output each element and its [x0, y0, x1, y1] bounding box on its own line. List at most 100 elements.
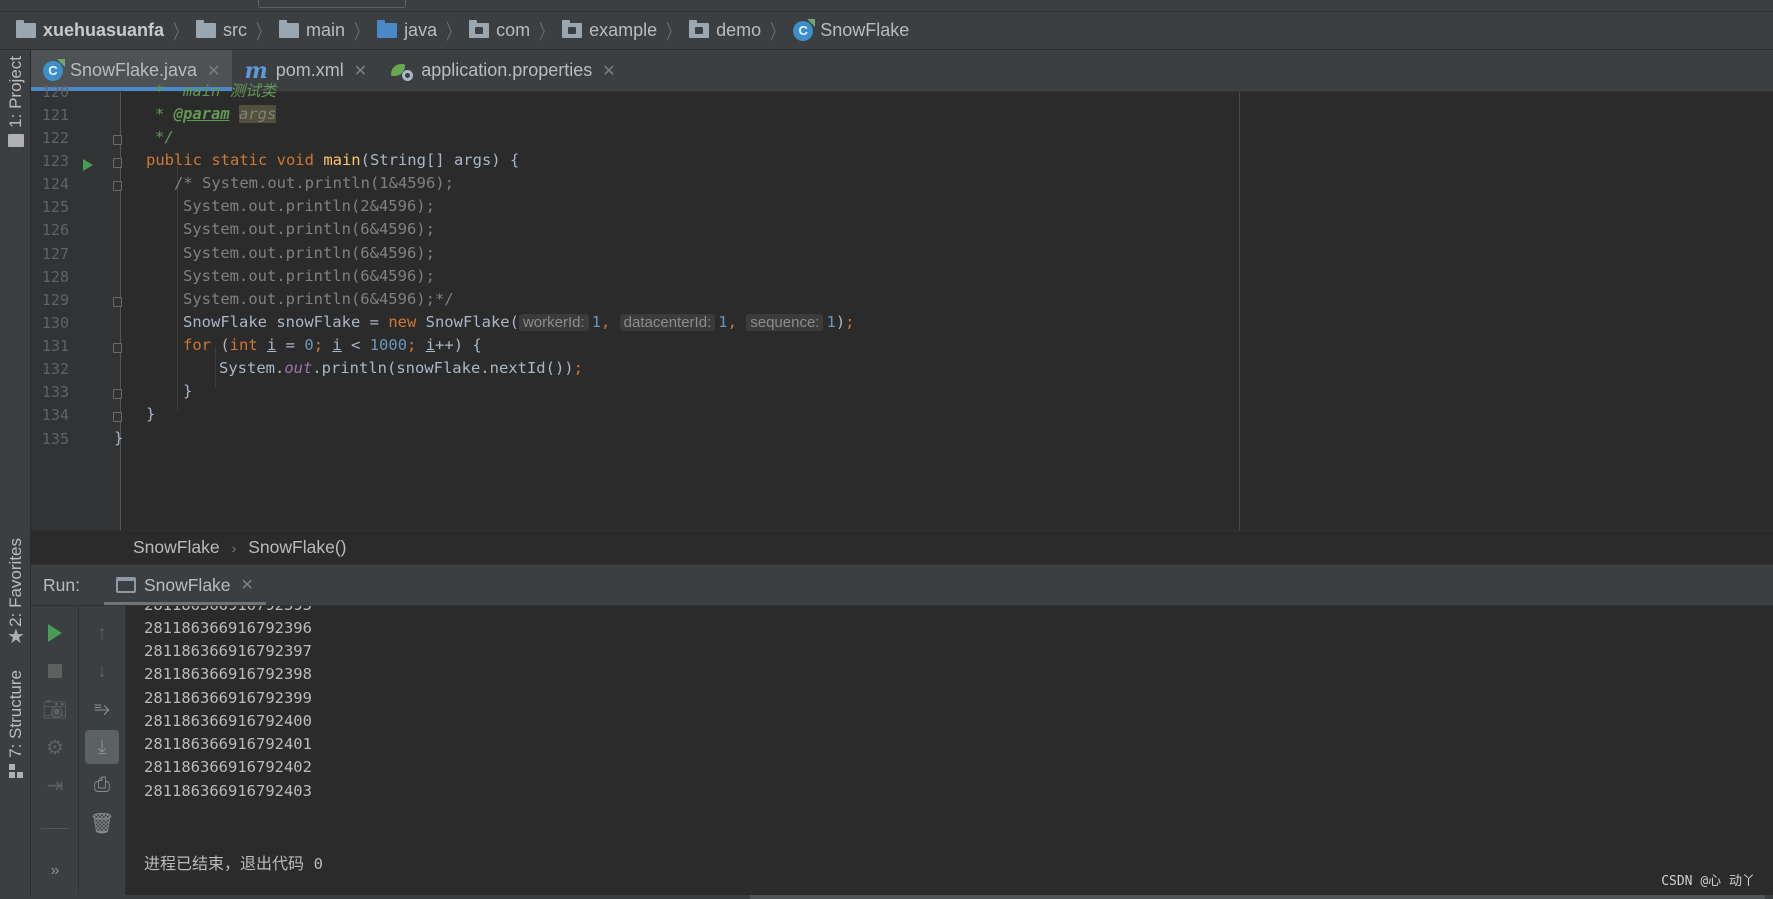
tab-application-properties[interactable]: application.properties ✕	[379, 50, 628, 91]
crumb-project[interactable]: xuehuasuanfa	[16, 20, 164, 41]
play-icon	[48, 624, 62, 642]
fold-marker-icon[interactable]	[113, 135, 122, 145]
code-editor[interactable]: 120 121 122 123 124 125 126 127 128 129 …	[31, 82, 1773, 530]
editor-gutter: 120 121 122 123 124 125 126 127 128 129 …	[31, 83, 122, 530]
crumb-src[interactable]: src	[196, 20, 247, 41]
stop-button[interactable]	[38, 654, 72, 688]
source-root-folder-icon	[377, 20, 398, 38]
favorites-tool-label: 2: Favorites	[6, 538, 25, 627]
package-icon	[469, 20, 490, 38]
watermark: CSDN @心 动丫	[1661, 874, 1755, 889]
fold-marker-icon[interactable]	[113, 343, 122, 353]
scroll-to-end-button[interactable]: ⤓	[85, 730, 119, 764]
structure-tool-button[interactable]: 7: Structure	[4, 670, 28, 778]
line-number: 130	[41, 314, 69, 332]
print-button[interactable]: ⎙	[85, 768, 119, 802]
fold-marker-icon[interactable]	[113, 389, 122, 399]
crumb-com[interactable]: com	[469, 20, 530, 41]
structure-icon	[9, 763, 23, 778]
chevron-right-icon: 〉	[354, 22, 369, 44]
arrow-down-icon: ↓	[97, 659, 107, 682]
favorites-tool-button[interactable]: 2: Favorites ★	[4, 538, 28, 647]
code-line: }	[183, 382, 193, 400]
code-line: System.out.println(6&4596);	[183, 220, 435, 238]
screenshot-button[interactable]: 📷︎	[38, 692, 72, 726]
close-icon[interactable]: ✕	[241, 575, 254, 595]
chevron-right-icon: 〉	[770, 22, 785, 44]
double-chevron-right-icon: »	[50, 862, 60, 879]
close-icon[interactable]: ✕	[354, 61, 367, 81]
chevron-right-icon: 〉	[256, 22, 271, 44]
fold-marker-icon[interactable]	[113, 181, 122, 191]
rerun-button[interactable]	[38, 616, 72, 650]
run-toolbar-primary: 📷︎ ⚙ ⇥ »	[31, 606, 79, 899]
crumb-java[interactable]: java	[377, 20, 437, 41]
code-line: System.out.println(snowFlake.nextId());	[219, 359, 583, 377]
fold-marker-icon[interactable]	[113, 297, 122, 307]
project-tool-button[interactable]: 1: Project	[4, 56, 28, 153]
folder-icon	[8, 133, 24, 147]
close-icon[interactable]: ✕	[602, 61, 615, 81]
line-number: 121	[41, 106, 69, 124]
scroll-up-button[interactable]: ↑	[85, 616, 119, 650]
breadcrumb-method[interactable]: SnowFlake()	[248, 537, 346, 558]
crumb-snowflake[interactable]: C SnowFlake	[793, 18, 910, 41]
console-output[interactable]: 281186366916792395 281186366916792396 28…	[126, 606, 1773, 899]
more-button[interactable]: »	[38, 854, 72, 888]
navigation-bar: xuehuasuanfa 〉 src 〉 main 〉 java 〉 com 〉…	[0, 12, 1773, 50]
gear-icon: ⚙	[46, 736, 64, 759]
settings-button[interactable]: ⚙	[38, 730, 72, 764]
right-margin-guide	[1239, 92, 1240, 530]
horizontal-scrollbar[interactable]	[0, 895, 1773, 899]
process-exit-message: 进程已结束，退出代码 0	[144, 851, 323, 877]
restore-layout-button[interactable]: ⇥	[38, 768, 72, 802]
chevron-right-icon: 〉	[173, 22, 188, 44]
tab-label: application.properties	[421, 60, 593, 80]
crumb-label: main	[306, 20, 346, 40]
scroll-to-end-icon: ⤓	[97, 735, 107, 758]
line-number: 131	[41, 337, 69, 355]
line-number: 134	[41, 406, 69, 424]
soft-wrap-button[interactable]: ⥱	[85, 692, 119, 726]
line-number: 125	[41, 198, 69, 216]
toolbar-divider	[41, 828, 69, 829]
crumb-label: SnowFlake	[820, 20, 910, 40]
console-line: 281186366916792402	[144, 758, 312, 776]
stop-icon	[48, 664, 62, 678]
fold-marker-icon[interactable]	[113, 158, 122, 168]
chevron-right-icon: 〉	[446, 22, 461, 44]
console-line: 281186366916792398	[144, 665, 312, 683]
structure-tool-label: 7: Structure	[6, 670, 25, 758]
line-number: 120	[41, 83, 69, 101]
editor-breadcrumb: SnowFlake › SnowFlake()	[31, 530, 1773, 564]
crumb-label: xuehuasuanfa	[43, 20, 165, 40]
crumb-example[interactable]: example	[562, 20, 657, 41]
package-icon	[689, 20, 710, 38]
exit-text: 进程已结束，退出代码	[144, 854, 305, 873]
java-class-icon: C	[793, 18, 816, 41]
editor-tab-bar: C SnowFlake.java ✕ m pom.xml ✕ applicati…	[31, 50, 1773, 92]
line-number: 132	[41, 360, 69, 378]
line-number: 124	[41, 175, 69, 193]
code-area[interactable]: * main 测试类 * @param args */ public stati…	[114, 82, 1229, 530]
inlay-hint-datacenterId: datacenterId:	[619, 314, 716, 331]
scrollbar-thumb[interactable]	[750, 895, 1765, 899]
crumb-main[interactable]: main	[279, 20, 345, 41]
line-number: 123	[41, 152, 69, 170]
run-gutter-icon[interactable]	[83, 159, 93, 171]
run-panel-header: Run: SnowFlake ✕	[31, 564, 1773, 606]
chevron-right-icon: 〉	[539, 22, 554, 44]
scroll-down-button[interactable]: ↓	[85, 654, 119, 688]
crumb-demo[interactable]: demo	[689, 20, 761, 41]
code-line: }	[114, 429, 124, 447]
code-line: }	[146, 405, 156, 423]
crumb-label: com	[496, 20, 531, 40]
breadcrumb-class[interactable]: SnowFlake	[133, 537, 220, 558]
fold-marker-icon[interactable]	[113, 412, 122, 422]
spring-properties-icon	[391, 61, 414, 81]
run-panel-title: Run:	[43, 574, 80, 595]
run-tab-snowflake[interactable]: SnowFlake ✕	[103, 565, 266, 605]
clear-all-button[interactable]: 🗑︎	[85, 806, 119, 840]
crumb-label: demo	[716, 20, 762, 40]
star-icon: ★	[7, 625, 25, 648]
